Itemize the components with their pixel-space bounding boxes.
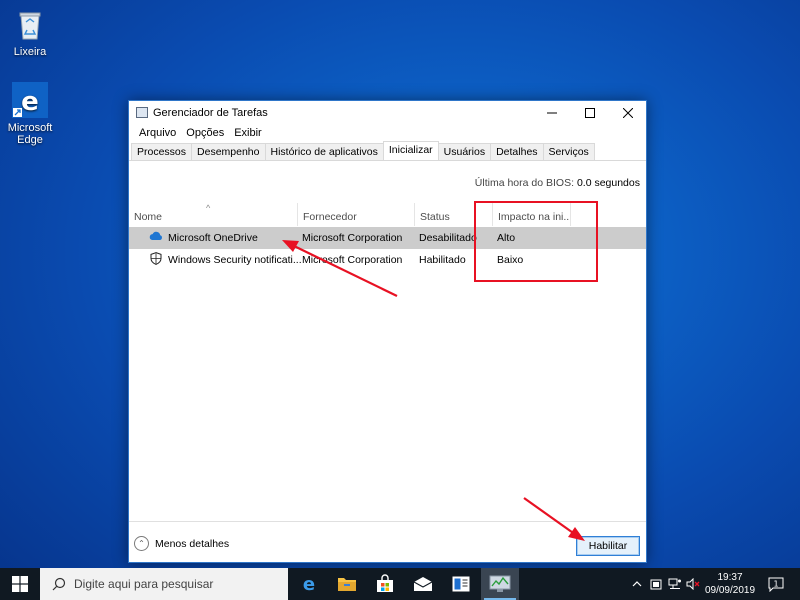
desktop-icon-label: Lixeira — [13, 46, 47, 58]
row-status: Desabilitado — [419, 232, 477, 244]
network-icon — [668, 578, 681, 589]
start-button[interactable] — [0, 568, 40, 600]
bios-time-label: Última hora do BIOS: — [474, 177, 575, 189]
svg-text:e: e — [303, 574, 315, 594]
column-header-nome[interactable]: Nome — [129, 203, 298, 226]
taskbar-edge[interactable]: e — [290, 568, 328, 600]
clock-date: 09/09/2019 — [704, 585, 756, 596]
desktop-icon-label: Microsoft Edge — [7, 122, 53, 146]
notification-icon: 1 — [768, 577, 784, 592]
less-details-label: Menos detalhes — [155, 537, 230, 550]
row-name: Windows Security notificati... — [168, 254, 302, 266]
taskbar-mail[interactable] — [404, 568, 442, 600]
battery-icon — [650, 579, 662, 590]
volume-muted-icon — [686, 578, 700, 590]
tab-usuarios[interactable]: Usuários — [437, 143, 492, 160]
search-icon — [52, 577, 66, 591]
tab-strip: Processos Desempenho Histórico de aplica… — [129, 141, 646, 161]
mail-icon — [413, 577, 433, 591]
bios-time-value: 0.0 segundos — [576, 177, 640, 189]
maximize-icon — [585, 108, 595, 118]
taskbar: Digite aqui para pesquisar e 19:37 09/09… — [0, 568, 800, 600]
taskbar-store[interactable] — [366, 568, 404, 600]
menu-exibir[interactable]: Exibir — [229, 125, 267, 143]
tab-inicializar[interactable]: Inicializar — [382, 141, 439, 160]
news-icon — [452, 576, 470, 592]
taskbar-news[interactable] — [442, 568, 480, 600]
action-center-button[interactable]: 1 — [764, 568, 788, 600]
svg-text:e: e — [21, 87, 39, 117]
taskbar-search-box[interactable]: Digite aqui para pesquisar — [40, 568, 288, 600]
window-footer: ⌃ Menos detalhes Habilitar — [129, 521, 646, 562]
file-explorer-icon — [338, 578, 356, 591]
close-icon — [623, 108, 633, 118]
show-hidden-icons-button[interactable] — [630, 568, 644, 600]
enable-button[interactable]: Habilitar — [576, 536, 640, 556]
search-placeholder: Digite aqui para pesquisar — [74, 577, 214, 591]
window-title: Gerenciador de Tarefas — [153, 107, 268, 119]
less-details-toggle[interactable]: ⌃ Menos detalhes — [134, 536, 229, 551]
row-vendor: Microsoft Corporation — [302, 232, 403, 244]
title-bar[interactable]: Gerenciador de Tarefas — [129, 101, 646, 125]
annotation-highlight-box — [474, 201, 598, 282]
desktop-icon-edge[interactable]: e Microsoft Edge — [0, 82, 62, 146]
task-manager-icon — [489, 575, 511, 592]
task-manager-app-icon — [136, 107, 148, 118]
store-icon — [377, 574, 393, 592]
tab-desempenho[interactable]: Desempenho — [191, 143, 266, 160]
clock-time: 19:37 — [717, 572, 743, 583]
minimize-button[interactable] — [533, 101, 571, 125]
tab-historico-de-aplicativos[interactable]: Histórico de aplicativos — [264, 143, 384, 160]
edge-icon: e — [303, 574, 315, 594]
tab-servicos[interactable]: Serviços — [542, 143, 595, 160]
notification-count: 1 — [773, 580, 778, 589]
tray-network[interactable] — [666, 568, 684, 600]
recycle-bin-icon — [12, 6, 48, 42]
minimize-icon — [547, 112, 557, 114]
edge-icon: e — [12, 82, 48, 118]
windows-security-shield-icon — [150, 252, 162, 268]
column-header-fornecedor[interactable]: Fornecedor — [298, 203, 415, 226]
onedrive-cloud-icon — [149, 231, 163, 244]
tray-volume[interactable] — [685, 568, 701, 600]
chevron-up-icon: ⌃ — [134, 536, 149, 551]
task-manager-window: Gerenciador de Tarefas Arquivo Opções Ex… — [128, 100, 647, 563]
menu-arquivo[interactable]: Arquivo — [134, 125, 181, 143]
maximize-button[interactable] — [571, 101, 609, 125]
system-clock[interactable]: 19:37 09/09/2019 — [700, 571, 760, 597]
tab-processos[interactable]: Processos — [131, 143, 193, 160]
close-button[interactable] — [609, 101, 647, 125]
row-vendor: Microsoft Corporation — [302, 254, 403, 266]
bios-time: Última hora do BIOS: 0.0 segundos — [475, 177, 640, 189]
menu-opcoes[interactable]: Opções — [181, 125, 229, 143]
chevron-up-icon — [632, 581, 642, 587]
tab-detalhes[interactable]: Detalhes — [490, 143, 544, 160]
desktop-icon-recycle-bin[interactable]: Lixeira — [0, 6, 62, 58]
taskbar-task-manager[interactable] — [481, 568, 519, 600]
row-name: Microsoft OneDrive — [168, 232, 258, 244]
taskbar-file-explorer[interactable] — [328, 568, 366, 600]
row-status: Habilitado — [419, 254, 466, 266]
tray-battery[interactable] — [648, 568, 664, 600]
windows-logo-icon — [12, 576, 28, 592]
